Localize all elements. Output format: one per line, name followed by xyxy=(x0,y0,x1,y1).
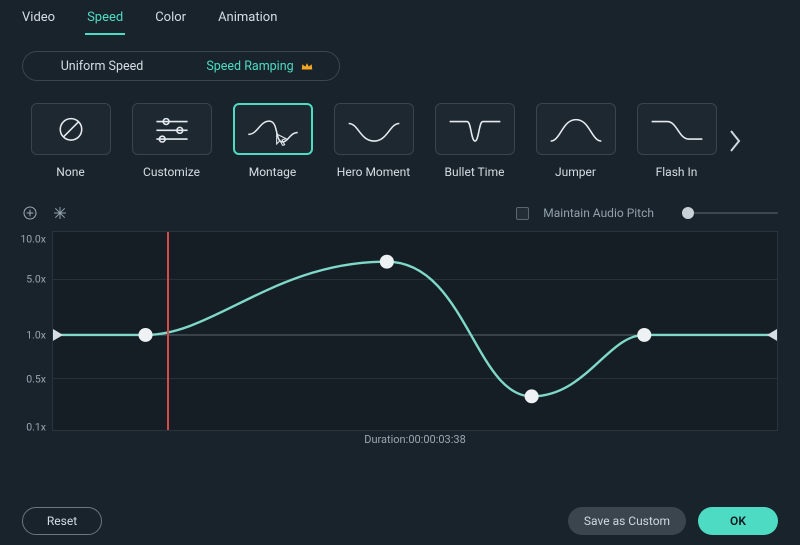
y-axis-labels: 10.0x 5.0x 1.0x 0.5x 0.1x xyxy=(16,231,50,431)
freeze-frame-icon[interactable] xyxy=(52,205,68,221)
y-tick: 0.1x xyxy=(26,421,46,434)
tab-animation[interactable]: Animation xyxy=(216,10,279,35)
maintain-pitch-label: Maintain Audio Pitch xyxy=(543,206,654,220)
add-keyframe-icon[interactable] xyxy=(22,205,38,221)
tab-video[interactable]: Video xyxy=(20,10,57,35)
preset-label: Montage xyxy=(249,165,297,179)
speed-mode-toggle: Uniform Speed Speed Ramping xyxy=(22,51,340,81)
preset-label: Bullet Time xyxy=(445,165,505,179)
preset-label: Customize xyxy=(143,165,200,179)
crown-icon xyxy=(300,59,314,73)
tab-speed[interactable]: Speed xyxy=(85,10,125,35)
graph-canvas[interactable] xyxy=(52,231,778,431)
ok-button[interactable]: OK xyxy=(698,507,778,535)
slider-knob[interactable] xyxy=(682,207,694,219)
preset-hero-moment[interactable]: Hero Moment xyxy=(325,103,422,179)
preset-bullet-time[interactable]: Bullet Time xyxy=(426,103,523,179)
y-tick: 10.0x xyxy=(20,233,46,246)
graph-toolbar: Maintain Audio Pitch xyxy=(22,205,778,221)
duration-readout: Duration:00:00:03:38 xyxy=(52,433,778,449)
preset-label: Flash In xyxy=(656,165,698,179)
preset-label: None xyxy=(56,165,84,179)
chevron-right-icon xyxy=(729,121,741,161)
save-as-custom-button[interactable]: Save as Custom xyxy=(568,507,686,535)
graph-svg xyxy=(53,232,777,430)
preset-row: None Customize Montage Hero Moment Bulle… xyxy=(22,103,800,179)
y-tick: 5.0x xyxy=(26,273,46,286)
preset-montage[interactable]: Montage xyxy=(224,103,321,179)
preset-flash-in[interactable]: Flash In xyxy=(628,103,725,179)
preset-next-button[interactable] xyxy=(725,111,745,171)
playhead[interactable] xyxy=(167,232,169,430)
pitch-slider[interactable] xyxy=(682,212,778,214)
preset-customize[interactable]: Customize xyxy=(123,103,220,179)
maintain-pitch-checkbox[interactable] xyxy=(516,207,529,220)
preset-none[interactable]: None xyxy=(22,103,119,179)
y-tick: 1.0x xyxy=(26,329,46,342)
top-tabs: Video Speed Color Animation xyxy=(0,0,800,35)
mode-ramping-label: Speed Ramping xyxy=(206,59,293,74)
reset-button[interactable]: Reset xyxy=(22,507,102,535)
bottom-bar: Reset Save as Custom OK xyxy=(0,507,800,535)
mode-uniform[interactable]: Uniform Speed xyxy=(23,52,181,80)
preset-jumper[interactable]: Jumper xyxy=(527,103,624,179)
tab-color[interactable]: Color xyxy=(153,10,188,35)
preset-label: Hero Moment xyxy=(337,165,410,179)
y-tick: 0.5x xyxy=(26,373,46,386)
speed-graph: 10.0x 5.0x 1.0x 0.5x 0.1x Duration:00:00… xyxy=(16,231,784,449)
cursor-icon xyxy=(274,132,290,148)
preset-label: Jumper xyxy=(555,165,596,179)
mode-ramping[interactable]: Speed Ramping xyxy=(181,52,339,80)
